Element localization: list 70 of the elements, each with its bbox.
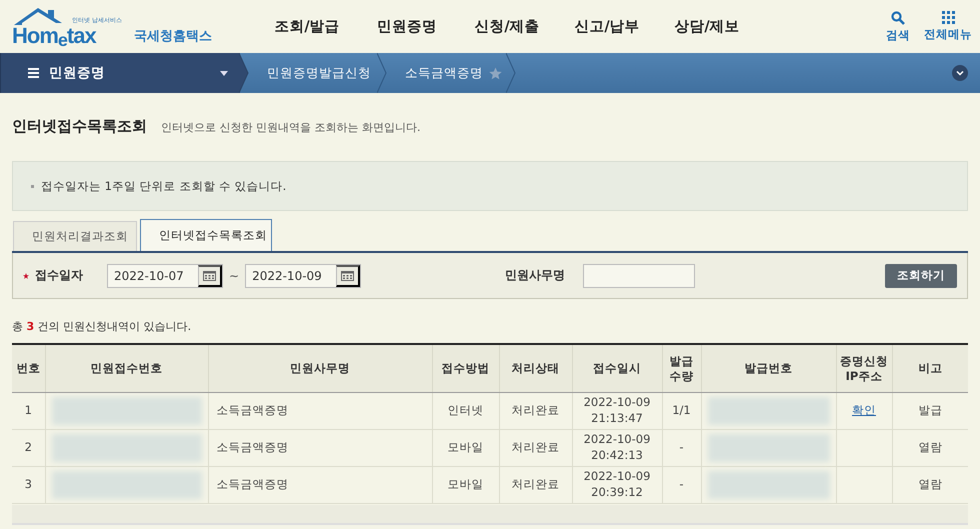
page-title: 인터넷접수목록조회 [12,117,147,136]
table-cell: 소득금액증명 [208,466,432,504]
range-separator: ~ [229,268,240,282]
chevron-icon [377,53,387,93]
grid-icon [942,10,954,24]
column-header: 번호 [12,344,45,392]
column-header: 민원접수번호 [45,344,208,392]
table-cell: 3 [12,466,45,504]
bullet-icon [31,184,34,188]
page-description: 인터넷으로 신청한 민원내역을 조회하는 화면입니다. [161,120,420,135]
menu-icon[interactable] [28,68,39,78]
table-cell: 2022-10-09 21:13:47 [572,392,662,430]
table-cell: 열람 [892,430,968,466]
menu-item[interactable]: 상담/제보 [657,17,757,36]
column-header: 증명신청 IP주소 [836,344,892,392]
table-cell: 소득금액증명 [208,392,432,430]
table-cell: 2022-10-09 20:39:12 [572,466,662,504]
logo-wordmark: Hom$_{e}$tax [12,24,96,48]
result-count: 총 3 건의 민원신청내역이 있습니다. [12,319,192,334]
menu-item[interactable]: 민원증명 [357,17,457,36]
breadcrumb-link[interactable]: 민원증명발급신청 [249,64,377,82]
calendar-icon [203,270,216,281]
date-field[interactable]: 2022-10-07 [107,264,223,288]
input-field[interactable] [583,264,696,288]
chevron-icon [506,53,516,93]
star-icon[interactable] [489,66,502,80]
menu-item[interactable]: 신고/납부 [557,17,657,36]
table-cell: - [662,466,701,504]
field-label: 민원사무명 [505,267,566,284]
column-header: 처리상태 [499,344,572,392]
column-header: 민원사무명 [208,344,432,392]
header-menu-button[interactable]: 전체메뉴 [924,10,972,42]
header-search-button[interactable]: 검색 [886,10,910,42]
calendar-button[interactable] [336,264,360,286]
breadcrumb-link[interactable]: 소득금액증명 [387,64,489,82]
table-cell: 발급 [892,392,968,430]
column-header: 발급번호 [701,344,836,392]
table-cell: 인터넷 [432,392,499,430]
table-cell: 모바일 [432,430,499,466]
table-cell: 2022-10-09 20:42:13 [572,430,662,466]
search-icon [891,10,905,24]
tab[interactable]: 인터넷접수목록조회 [140,219,272,251]
column-header: 접수일시 [572,344,662,392]
column-header: 발급 수량 [662,344,701,392]
table-cell: 1 [12,392,45,430]
search-button[interactable]: 조회하기 [885,264,957,288]
menu-item[interactable]: 조회/발급 [257,17,357,36]
ip-link[interactable]: 확인 [852,403,876,418]
table-cell: 모바일 [432,466,499,504]
calendar-button[interactable] [198,264,222,286]
calendar-icon [341,270,354,281]
table-cell: 1/1 [662,392,701,430]
date-field[interactable]: 2022-10-09 [245,264,362,288]
logo-name: 국세청홈택스 [134,28,213,44]
column-header: 접수방법 [432,344,499,392]
table-cell: 처리완료 [499,466,572,504]
expand-icon[interactable] [952,65,968,81]
tab[interactable]: 민원처리결과조회 [13,221,137,251]
notice-text: 접수일자는 1주일 단위로 조회할 수 있습니다. [41,178,286,194]
table-cell: 2 [12,430,45,466]
table-cell: - [662,430,701,466]
menu-item[interactable]: 신청/제출 [457,17,557,36]
caret-icon[interactable] [220,70,228,76]
table-cell: 소득금액증명 [208,430,432,466]
column-header: 비고 [892,344,968,392]
table-cell: 처리완료 [499,430,572,466]
table-cell: 처리완료 [499,392,572,430]
table-cell: 열람 [892,466,968,504]
section-title: 민원증명 [49,64,106,82]
field-label: 접수일자 [35,267,83,284]
